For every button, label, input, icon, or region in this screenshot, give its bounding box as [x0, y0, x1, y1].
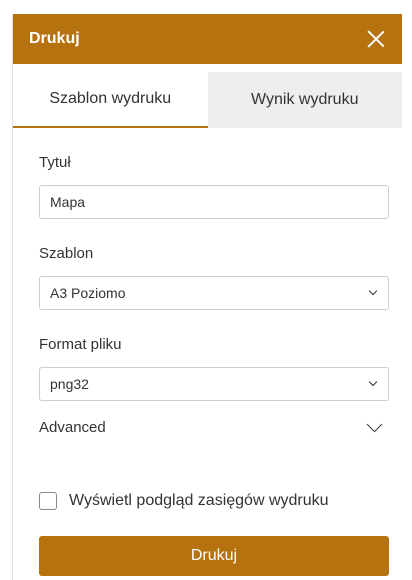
print-button[interactable]: Drukuj [39, 536, 389, 576]
chevron-down-icon [365, 421, 383, 435]
extent-preview-option[interactable]: Wyświetl podgląd zasięgów wydruku [39, 492, 388, 510]
title-label: Tytuł [39, 154, 71, 171]
tab-bar: Szablon wydruku Wynik wydruku [13, 72, 402, 128]
panel-title: Drukuj [29, 30, 80, 47]
panel-header: Drukuj [13, 14, 402, 64]
advanced-toggle[interactable]: Advanced [39, 419, 389, 436]
format-select-value: png32 [50, 376, 89, 392]
format-label: Format pliku [39, 336, 122, 353]
tab-print-result[interactable]: Wynik wydruku [207, 72, 402, 128]
tab-print-template[interactable]: Szablon wydruku [13, 72, 208, 128]
close-icon[interactable] [366, 29, 386, 49]
template-label: Szablon [39, 245, 94, 262]
extent-preview-checkbox[interactable] [39, 492, 57, 510]
template-select-value: A3 Poziomo [50, 285, 126, 301]
advanced-label: Advanced [39, 419, 106, 436]
chevron-down-icon [368, 288, 378, 298]
form-content: Tytuł Szablon A3 Poziomo Format pliku pn… [13, 154, 402, 576]
format-select[interactable]: png32 [39, 367, 389, 401]
extent-preview-label: Wyświetl podgląd zasięgów wydruku [69, 492, 329, 509]
chevron-down-icon [368, 379, 378, 389]
print-panel: Drukuj Szablon wydruku Wynik wydruku Tyt… [12, 14, 402, 580]
title-input[interactable] [39, 185, 389, 219]
template-select[interactable]: A3 Poziomo [39, 276, 389, 310]
